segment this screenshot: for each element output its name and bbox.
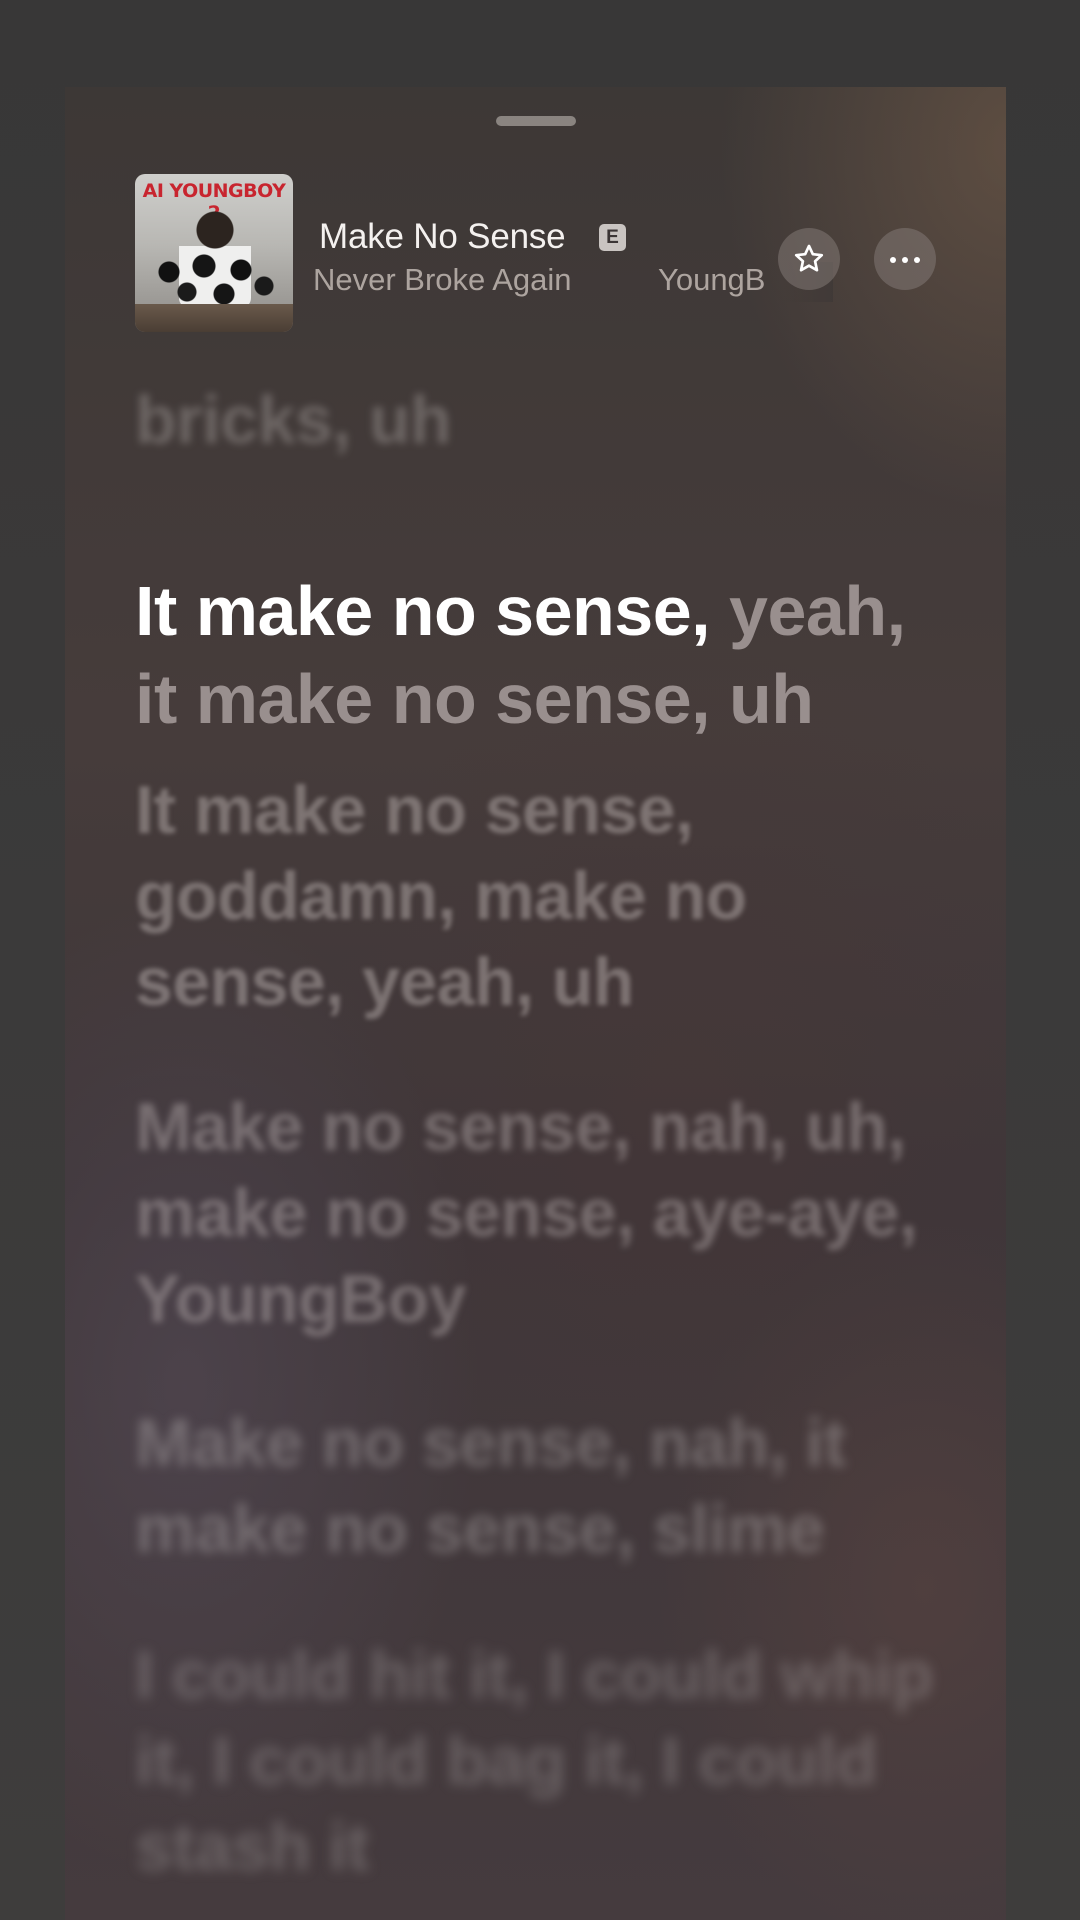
lyric-line-upcoming[interactable]: Make no sense, nah, it make no sense, sl… [135,1400,955,1572]
lyric-line-upcoming[interactable]: I could hit it, I could whip it, I could… [135,1632,955,1890]
lyric-line-upcoming[interactable]: Make no sense, nah, uh, make no sense, a… [135,1084,955,1342]
lyric-line-previous[interactable]: bricks, uh [135,377,955,463]
lyric-line-upcoming[interactable]: It make no sense, goddamn, make no sense… [135,767,955,1025]
explicit-badge: E [599,224,626,251]
lyrics-sheet: AI YOUNGBOY 2 Make No Sense E Never Brok… [65,87,1006,1920]
lyric-line-active[interactable]: It make no sense, yeah, it make no sense,… [135,567,955,743]
song-subtitle-marquee: Never Broke Again YoungB [305,262,833,302]
song-title: Make No Sense [319,217,566,256]
screen: AI YOUNGBOY 2 Make No Sense E Never Brok… [0,0,1080,1920]
lyric-sung-words: It make no sense, [135,572,711,650]
sheet-grabber-handle[interactable] [496,116,576,126]
favorite-button[interactable] [778,228,840,290]
album-art[interactable]: AI YOUNGBOY 2 [135,174,293,332]
artist-name[interactable]: YoungB [658,262,765,298]
album-art-table [135,304,293,332]
more-options-button[interactable] [874,228,936,290]
album-name[interactable]: Never Broke Again [313,262,571,298]
lyric-unsung-words: yeah, [710,572,906,650]
more-icon [887,250,923,268]
star-icon [794,244,824,272]
lyric-unsung-words-line2: it make no sense, uh [135,660,814,738]
